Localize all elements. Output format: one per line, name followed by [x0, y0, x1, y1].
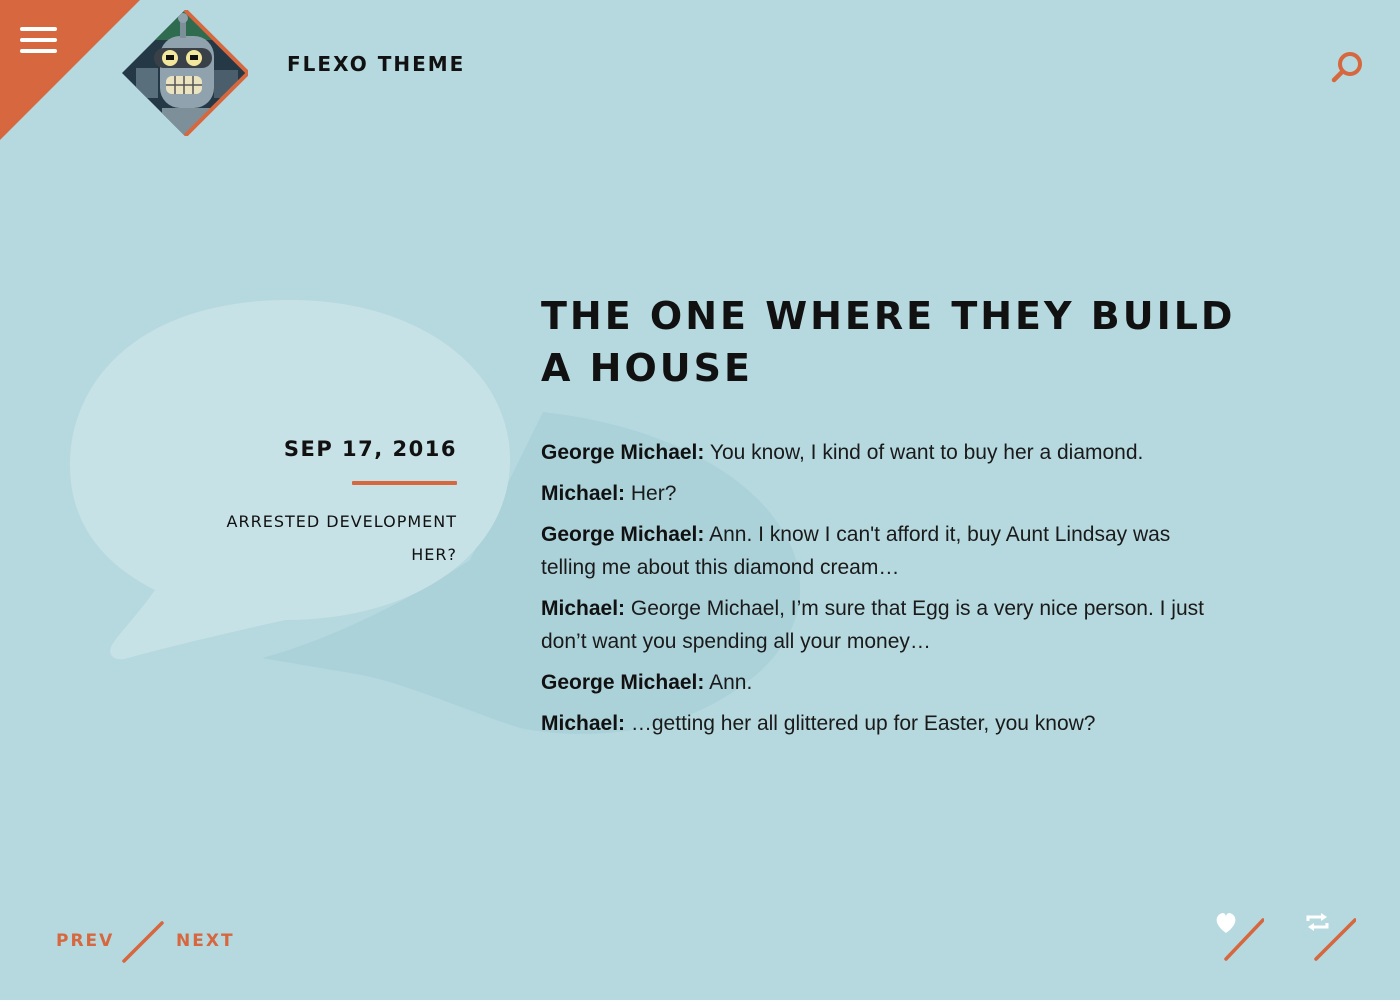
tag-list: ARRESTED DEVELOPMENT HER?	[160, 505, 457, 571]
post-title: THE ONE WHERE THEY BUILD A HOUSE	[541, 294, 1236, 390]
magnifier-search-icon	[1331, 52, 1362, 83]
heart-icon	[1216, 912, 1265, 961]
avatar[interactable]	[122, 10, 248, 136]
chat-line: George Michael: You know, I kind of want…	[541, 436, 1211, 469]
chat-speaker: Michael:	[541, 712, 626, 735]
tag-link[interactable]: ARRESTED DEVELOPMENT	[160, 505, 457, 538]
chat-speaker: George Michael:	[541, 441, 705, 464]
hamburger-menu-icon	[20, 27, 57, 53]
post-meta: SEP 17, 2016 ARRESTED DEVELOPMENT HER?	[160, 430, 457, 571]
date-divider	[352, 481, 457, 485]
post-date[interactable]: SEP 17, 2016	[160, 430, 457, 468]
reblog-button[interactable]	[1302, 908, 1357, 962]
chat-text: …getting her all glittered up for Easter…	[630, 712, 1096, 735]
chat-text: George Michael, I’m sure that Egg is a v…	[541, 597, 1204, 653]
prev-link[interactable]: PREV	[56, 931, 114, 951]
chat-transcript: George Michael: You know, I kind of want…	[541, 436, 1211, 748]
chat-line: Michael: Her?	[541, 477, 1211, 510]
like-button[interactable]	[1210, 908, 1265, 962]
chat-text: Her?	[630, 482, 677, 505]
chat-speaker: Michael:	[541, 597, 626, 620]
tag-link[interactable]: HER?	[160, 538, 457, 571]
chat-line: Michael: …getting her all glittered up f…	[541, 707, 1211, 740]
menu-button[interactable]	[14, 18, 62, 62]
chat-speaker: Michael:	[541, 482, 626, 505]
reblog-icon	[1306, 913, 1357, 961]
next-link[interactable]: NEXT	[176, 931, 235, 951]
chat-line: George Michael: Ann.	[541, 666, 1211, 699]
slash-divider	[122, 921, 164, 963]
pagination: PREV NEXT	[56, 915, 246, 965]
chat-text: You know, I kind of want to buy her a di…	[709, 441, 1144, 464]
chat-speaker: George Michael:	[541, 671, 705, 694]
chat-line: George Michael: Ann. I know I can't affo…	[541, 518, 1211, 584]
chat-line: Michael: George Michael, I’m sure that E…	[541, 592, 1211, 658]
chat-text: Ann.	[709, 671, 753, 694]
site-title[interactable]: FLEXO THEME	[287, 52, 465, 76]
chat-speaker: George Michael:	[541, 523, 705, 546]
search-button[interactable]	[1327, 47, 1367, 87]
